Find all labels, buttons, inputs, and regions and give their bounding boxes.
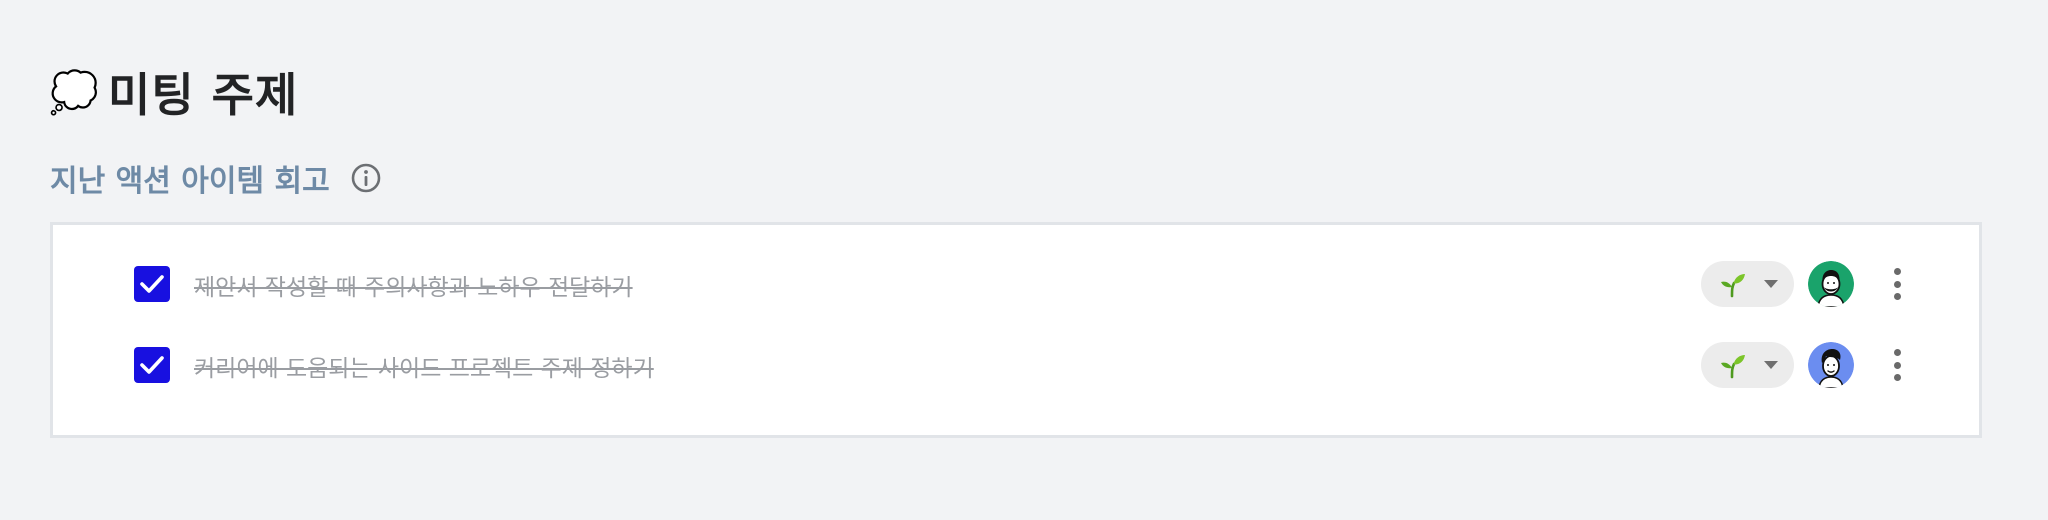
more-options-icon[interactable]: [1887, 268, 1907, 300]
section-header: 지난 액션 아이템 회고: [50, 156, 382, 200]
checkmark-icon: [140, 275, 164, 293]
action-item: 제안서 작성할 때 주의사항과 노하우 전달하기: [53, 254, 1979, 314]
thought-bubble-icon: 💭: [49, 69, 99, 116]
assignee-avatar[interactable]: [1808, 261, 1854, 307]
avatar-image: [1808, 261, 1854, 307]
item-text[interactable]: 제안서 작성할 때 주의사항과 노하우 전달하기: [194, 268, 633, 302]
chevron-down-icon: [1764, 280, 1778, 288]
item-text[interactable]: 커리어에 도움되는 사이드 프로젝트 주제 정하기: [194, 349, 654, 383]
action-item-list: 제안서 작성할 때 주의사항과 노하우 전달하기 커리어에 도움되는 사이드 프…: [50, 222, 1982, 438]
item-checkbox[interactable]: [134, 347, 170, 383]
assignee-avatar[interactable]: [1808, 342, 1854, 388]
page-title: 미팅 주제: [108, 68, 299, 122]
item-checkbox[interactable]: [134, 266, 170, 302]
info-circle-icon[interactable]: [350, 162, 382, 194]
page-header: 💭 미팅 주제: [49, 62, 299, 122]
stage-dropdown[interactable]: [1701, 261, 1794, 307]
sprout-icon: [1721, 355, 1745, 379]
stage-dropdown[interactable]: [1701, 342, 1794, 388]
section-title: 지난 액션 아이템 회고: [50, 164, 330, 199]
more-options-icon[interactable]: [1887, 349, 1907, 381]
sprout-icon: [1721, 274, 1745, 298]
avatar-image: [1808, 342, 1854, 388]
action-item: 커리어에 도움되는 사이드 프로젝트 주제 정하기: [53, 335, 1979, 395]
checkmark-icon: [140, 356, 164, 374]
chevron-down-icon: [1764, 361, 1778, 369]
